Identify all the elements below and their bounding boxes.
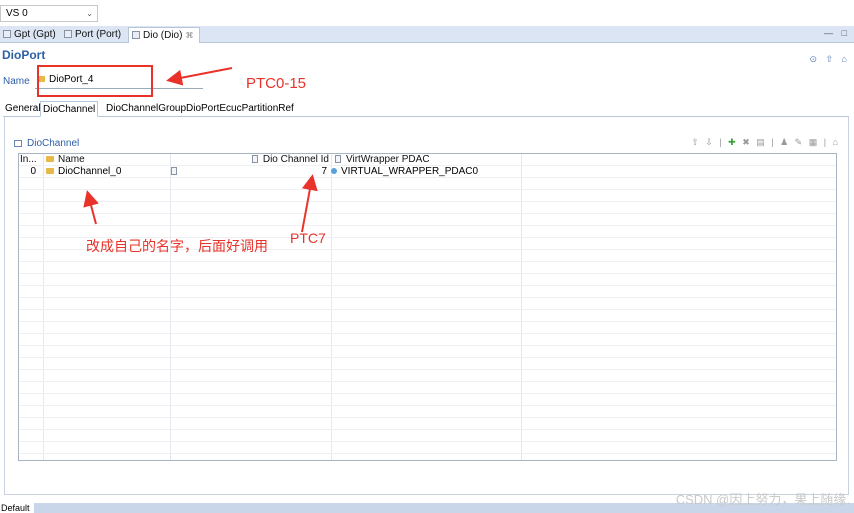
window-controls[interactable]: — □ — [824, 28, 850, 38]
document-icon — [335, 155, 341, 163]
section-title[interactable]: DioChannel — [14, 138, 79, 149]
tab-label: Dio (Dio) — [143, 30, 183, 41]
edit-icons[interactable]: ✖ ▤ | ♟ ✎ ▦ | ⌂ — [742, 137, 840, 147]
column-header-wrapper[interactable]: VirtWrapper PDAC — [335, 154, 515, 166]
reference-icon — [331, 168, 337, 174]
tab-gpt[interactable]: Gpt (Gpt) — [0, 27, 62, 43]
subtab-general[interactable]: General — [3, 101, 43, 117]
header-action-icons[interactable]: ⊙ ⇧ ⌂ — [809, 54, 850, 65]
annotation-rename-note: 改成自己的名字，后面好调用 — [86, 238, 268, 254]
editor-tab-bar: Gpt (Gpt) Port (Port) Dio (Dio) ⌘ — □ — [0, 26, 854, 43]
column-header-channel-id[interactable]: Dio Channel Id — [251, 154, 329, 166]
row-wrapper: VIRTUAL_WRAPPER_PDAC0 — [341, 166, 479, 177]
tab-label: Port (Port) — [75, 29, 122, 40]
column-header-label: Name — [58, 154, 85, 165]
row-name-cell[interactable]: DioChannel_0 — [46, 166, 166, 178]
table-row-empty — [19, 442, 836, 454]
table-row-empty — [19, 202, 836, 214]
move-icons[interactable]: ⇧ ⇩ | — [691, 137, 723, 147]
table-row[interactable]: 0 DioChannel_0 7 VIRTUAL_WRAPPER_PDAC0 — [19, 166, 836, 178]
table-row-empty — [19, 322, 836, 334]
table-row-empty — [19, 262, 836, 274]
table-row-empty — [19, 394, 836, 406]
row-ref-cell[interactable] — [171, 166, 183, 178]
editor-window: VS 0 ⌄ Gpt (Gpt) Port (Port) Dio (Dio) ⌘ … — [0, 0, 854, 513]
column-header-name[interactable]: Name — [46, 154, 166, 166]
collapse-icon[interactable] — [14, 140, 22, 147]
subtab-dioporteucpartitionref[interactable]: DioPortEcucPartitionRef — [184, 101, 296, 117]
module-icon — [132, 31, 140, 39]
table-row-empty — [19, 418, 836, 430]
vs-combo-value: VS 0 — [6, 8, 28, 19]
row-channel-id[interactable]: 7 — [251, 166, 327, 178]
column-header-label: Dio Channel Id — [262, 154, 329, 165]
document-icon — [171, 167, 177, 175]
table-row-empty — [19, 274, 836, 286]
table-header-row: In... Name Dio Channel Id VirtWrapper PD… — [19, 154, 836, 166]
diochannel-table: In... Name Dio Channel Id VirtWrapper PD… — [18, 153, 837, 461]
close-icon[interactable]: ⌘ — [185, 31, 193, 40]
table-row-empty — [19, 406, 836, 418]
row-wrapper-cell[interactable]: VIRTUAL_WRAPPER_PDAC0 — [331, 166, 515, 178]
row-name: DioChannel_0 — [58, 166, 122, 177]
subtab-diochannelgroup[interactable]: DioChannelGroup — [104, 101, 188, 117]
table-row-empty — [19, 430, 836, 442]
vs-combo[interactable]: VS 0 ⌄ — [0, 5, 98, 22]
table-row-empty — [19, 214, 836, 226]
tab-label: Gpt (Gpt) — [14, 29, 56, 40]
subtab-diochannel[interactable]: DioChannel — [40, 101, 99, 117]
watermark: CSDN @因上努力，果上随缘. — [675, 492, 850, 507]
table-row-empty — [19, 358, 836, 370]
section-title-label: DioChannel — [27, 138, 80, 149]
annotation-ptc-range: PTC0-15 — [246, 75, 307, 92]
tab-dio[interactable]: Dio (Dio) ⌘ — [128, 27, 201, 43]
chevron-down-icon: ⌄ — [86, 9, 93, 18]
table-row-empty — [19, 310, 836, 322]
table-row-empty — [19, 334, 836, 346]
add-icon[interactable]: ✚ — [728, 137, 738, 147]
table-row-empty — [19, 190, 836, 202]
column-header-label: VirtWrapper PDAC — [346, 154, 430, 165]
name-label: Name — [3, 76, 30, 87]
table-row-empty — [19, 346, 836, 358]
table-row-empty — [19, 382, 836, 394]
document-icon — [251, 155, 258, 163]
folder-icon — [46, 156, 54, 162]
column-header-index[interactable]: In... — [20, 154, 42, 166]
folder-icon — [46, 168, 54, 174]
table-row-empty — [19, 370, 836, 382]
row-index: 0 — [30, 166, 36, 177]
tab-port[interactable]: Port (Port) — [61, 27, 127, 43]
table-toolbar[interactable]: ⇧ ⇩ | ✚ ✖ ▤ | ♟ ✎ ▦ | ⌂ — [691, 137, 840, 148]
table-row-empty — [19, 286, 836, 298]
module-icon — [64, 30, 72, 38]
table-row-empty — [19, 178, 836, 190]
page-title: DioPort — [2, 48, 46, 62]
annotation-box — [37, 65, 153, 97]
module-icon — [3, 30, 11, 38]
subtab-bar: General DioChannel DioChannelGroup DioPo… — [3, 100, 849, 117]
annotation-ptc7: PTC7 — [290, 230, 326, 246]
table-row-empty — [19, 298, 836, 310]
default-label: Default — [1, 503, 30, 513]
